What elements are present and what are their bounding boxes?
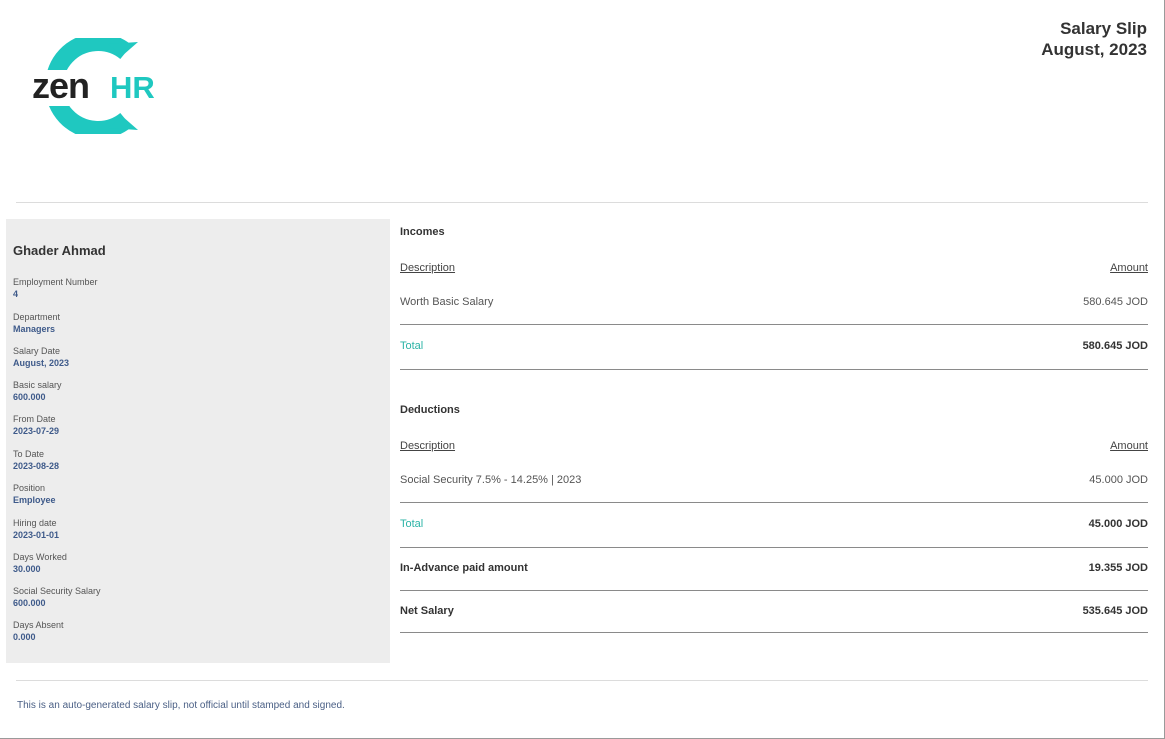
field-label: Social Security Salary [13,586,101,596]
field-value: 600.000 [13,598,46,608]
advance-value: 19.355 JOD [1088,562,1148,574]
field-label: Basic salary [13,380,62,390]
deduction-item-description: Social Security 7.5% - 14.25% | 2023 [400,474,582,486]
deductions-amount-header: Amount [1110,440,1148,452]
deductions-description-header: Description [400,440,456,452]
field-value: 30.000 [13,564,41,574]
field-label: Employment Number [13,277,98,287]
field-salary-date: Salary Date August, 2023 [13,345,69,370]
field-position: Position Employee [13,482,56,507]
income-total-divider [400,369,1148,370]
advance-divider [400,590,1148,591]
net-salary-label: Net Salary [400,605,454,617]
deduction-divider [400,502,1148,503]
field-days-absent: Days Absent 0.000 [13,619,64,644]
incomes-title: Incomes [400,226,445,238]
field-label: Salary Date [13,346,61,356]
zenhr-logo: zen HR [30,38,170,134]
field-label: Hiring date [13,518,57,528]
incomes-amount-header: Amount [1110,262,1148,274]
field-value: 2023-08-28 [13,461,60,471]
field-to-date: To Date 2023-08-28 [13,448,59,473]
field-label: From Date [13,414,56,424]
net-divider [400,632,1148,633]
deductions-title: Deductions [400,404,460,416]
field-value: August, 2023 [13,358,70,368]
income-item-description: Worth Basic Salary [400,296,494,308]
deductions-total-label: Total [400,518,424,530]
incomes-description-header: Description [400,262,456,274]
field-employment-number: Employment Number 4 [13,276,98,301]
incomes-total-label: Total [400,340,424,352]
deduction-total-divider [400,547,1148,548]
field-value: 600.000 [13,392,46,402]
field-label: Position [13,483,46,493]
footer-divider [16,680,1148,681]
income-divider [400,324,1148,325]
logo-text-accent: HR [110,70,155,105]
field-value: 2023-01-01 [13,530,60,540]
field-value: 4 [13,289,19,299]
field-days-worked: Days Worked 30.000 [13,551,67,576]
field-label: Department [13,312,61,322]
field-hiring-date: Hiring date 2023-01-01 [13,517,59,542]
field-label: Days Worked [13,552,67,562]
income-item-amount: 580.645 JOD [1083,296,1148,308]
deduction-item-amount: 45.000 JOD [1089,474,1148,486]
footer-note: This is an auto-generated salary slip, n… [17,700,345,711]
employee-name: Ghader Ahmad [13,243,106,258]
slip-header: Salary Slip August, 2023 [1041,18,1147,60]
field-value: 2023-07-29 [13,426,60,436]
field-department: Department Managers [13,311,60,336]
field-label: Days Absent [13,620,64,630]
logo-text-dark: zen [32,65,89,106]
slip-title: Salary Slip [1060,19,1147,38]
field-value: Managers [13,324,56,334]
deductions-total-value: 45.000 JOD [1088,518,1148,530]
field-label: To Date [13,449,45,459]
salary-slip-page: zen HR Salary Slip August, 2023 Ghader A… [0,0,1165,739]
field-social-security-salary: Social Security Salary 600.000 [13,585,101,610]
field-value: 0.000 [13,632,36,642]
field-from-date: From Date 2023-07-29 [13,413,59,438]
header-divider [16,202,1148,203]
net-salary-value: 535.645 JOD [1082,605,1148,617]
slip-period: August, 2023 [1041,40,1147,59]
field-value: Employee [13,495,56,505]
incomes-total-value: 580.645 JOD [1082,340,1148,352]
employee-panel: Ghader Ahmad Employment Number 4 Departm… [6,219,390,663]
field-basic-salary: Basic salary 600.000 [13,379,62,404]
advance-label: In-Advance paid amount [400,562,528,574]
